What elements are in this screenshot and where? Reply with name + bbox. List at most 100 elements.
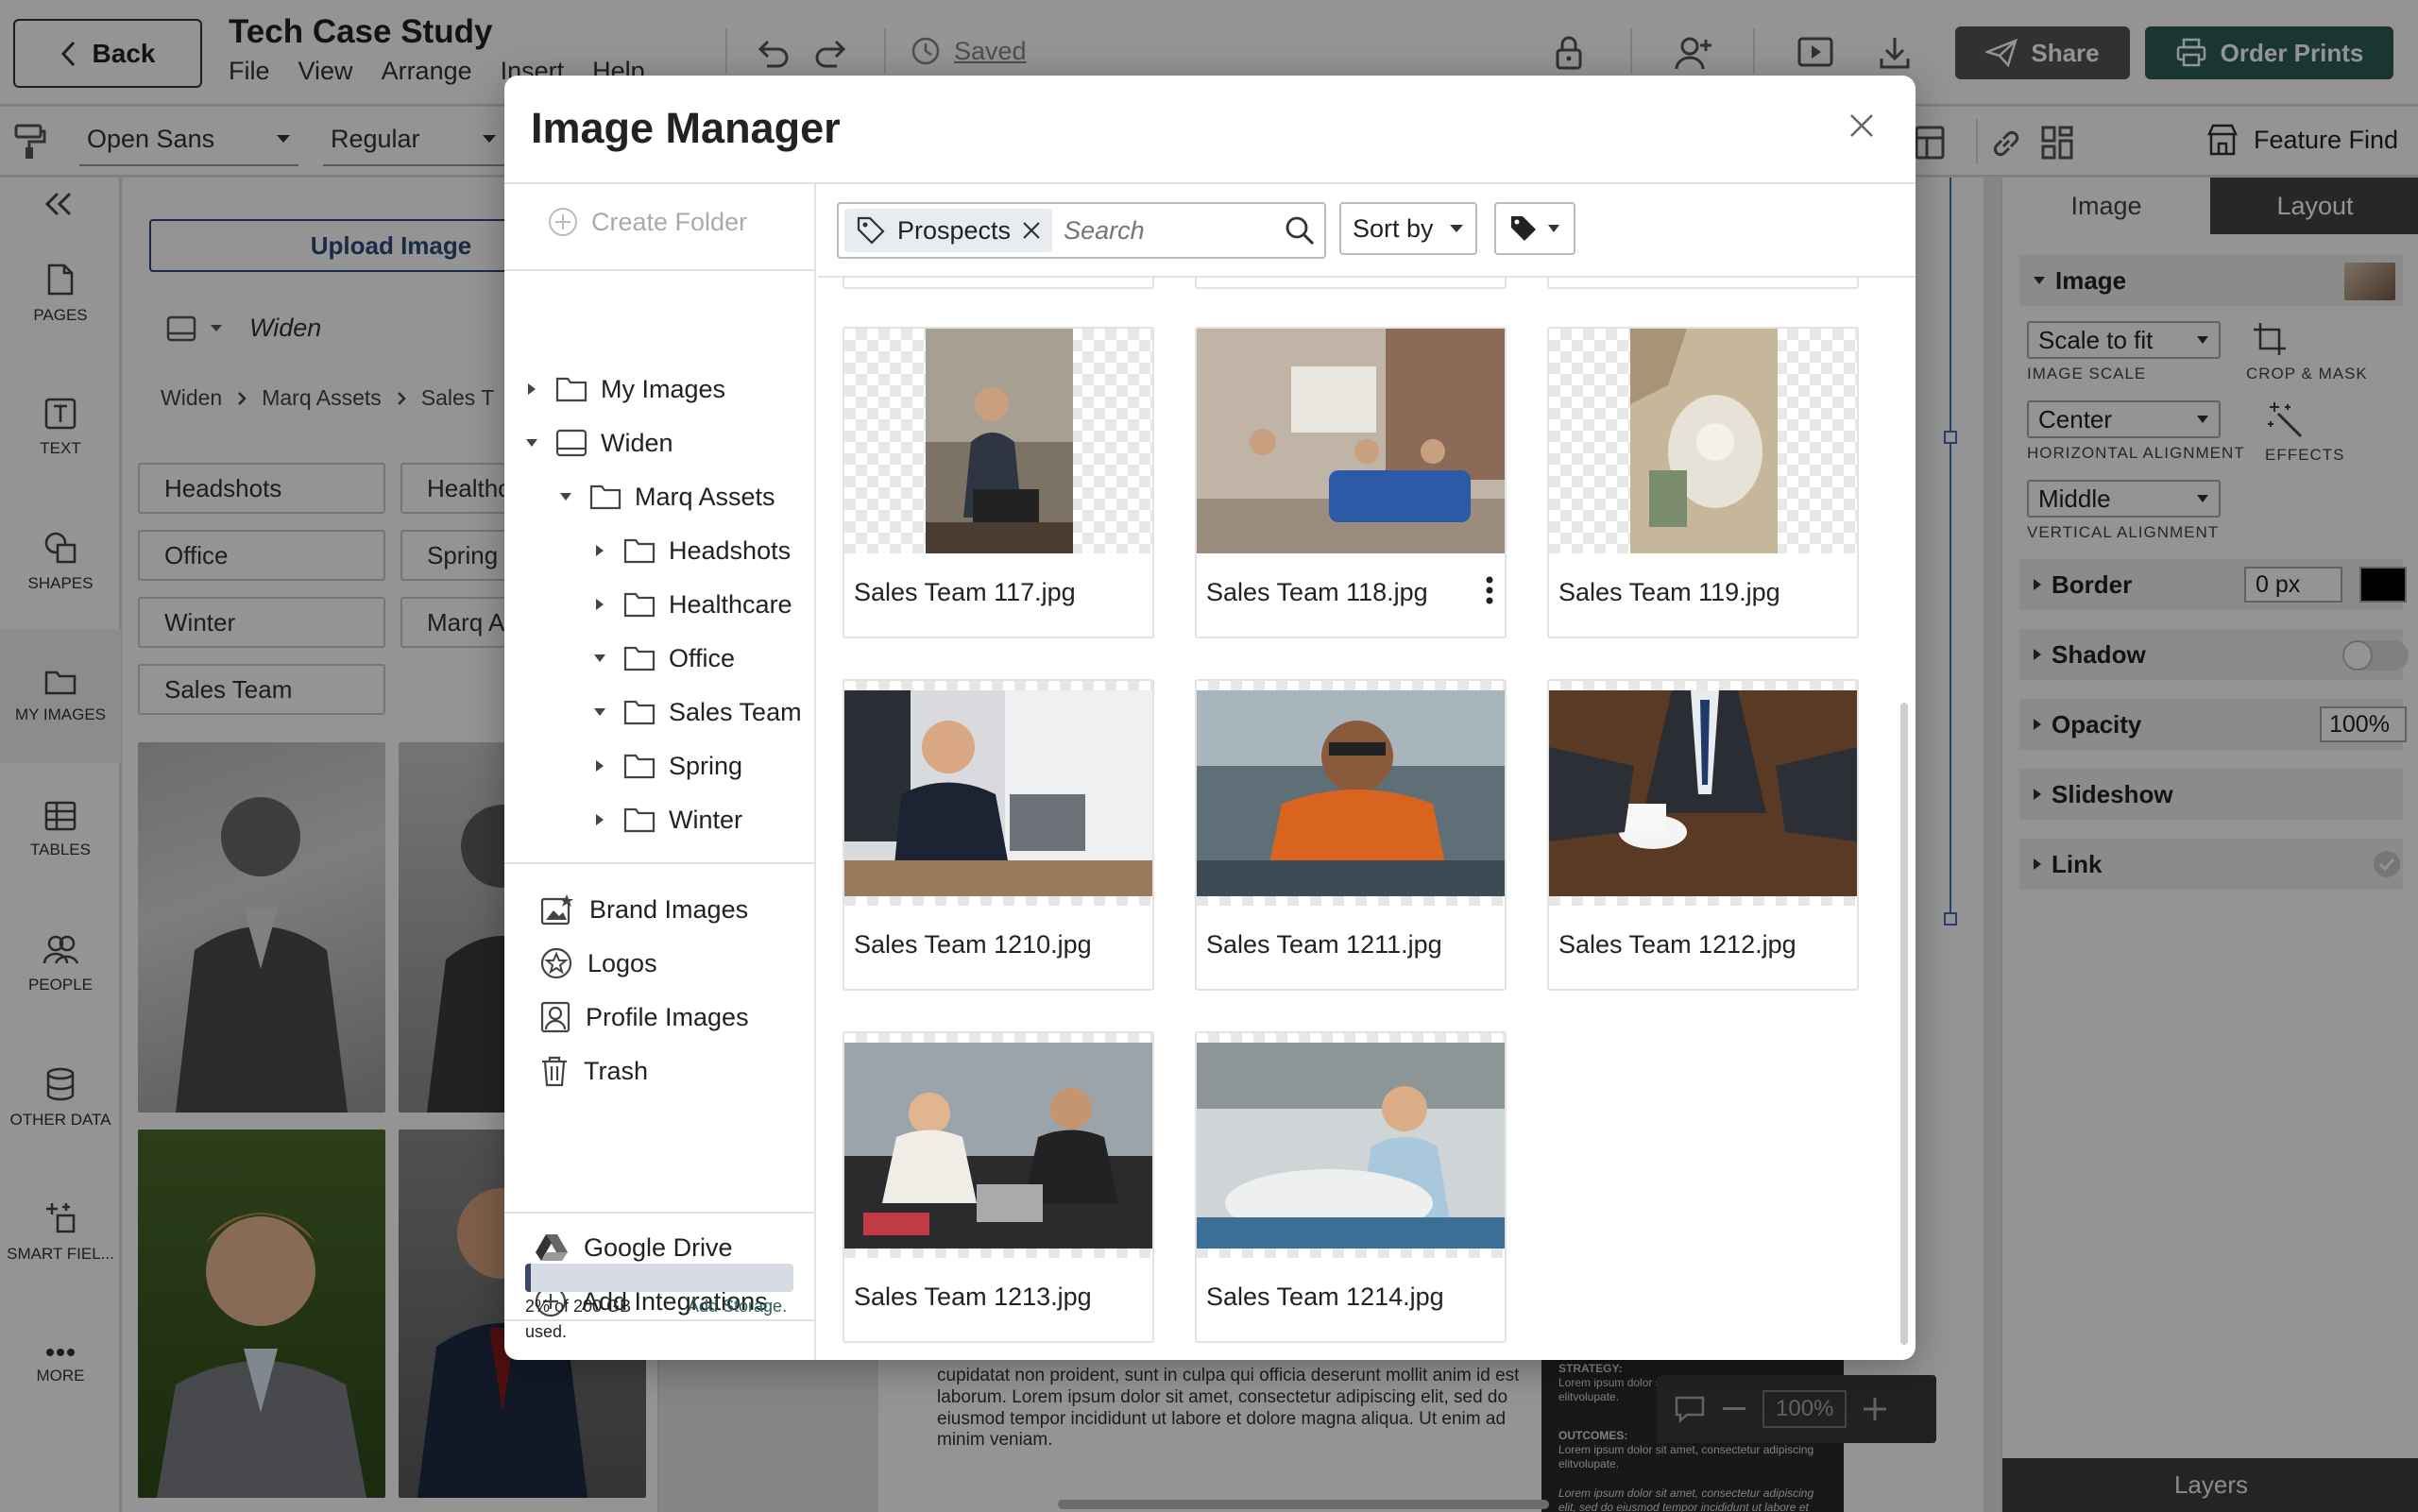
- image-card[interactable]: Sales Team 1211.jpg: [1195, 679, 1507, 991]
- image-card[interactable]: Sales Team 1210.jpg: [843, 679, 1154, 991]
- tree-label: Office: [669, 643, 736, 672]
- image-name: Sales Team 1211.jpg: [1206, 930, 1442, 959]
- tag-icon: [856, 215, 886, 246]
- tree-label: Brand Images: [589, 894, 749, 924]
- tree-item-logos[interactable]: Logos: [540, 940, 657, 987]
- tree-item-my-images[interactable]: My Images: [521, 365, 725, 413]
- sort-by-dropdown[interactable]: Sort by: [1339, 202, 1477, 255]
- folder-icon: [623, 807, 656, 833]
- tree-item-spring[interactable]: Spring: [589, 742, 742, 790]
- image-card[interactable]: Sales Team 1214.jpg: [1195, 1031, 1507, 1343]
- tree-label: Spring: [669, 751, 743, 780]
- photo: [844, 1043, 1152, 1249]
- folder-icon: [623, 537, 656, 564]
- photo: [1549, 690, 1857, 896]
- tree-item-sales-team[interactable]: Sales Team: [589, 688, 802, 736]
- tree-item-winter[interactable]: Winter: [589, 796, 742, 843]
- remove-tag-icon[interactable]: [1022, 221, 1041, 240]
- storage-used-text: 2% of 200 GB used.: [525, 1297, 632, 1341]
- caret-right-icon[interactable]: [589, 759, 610, 773]
- image-thumbnail: [1197, 329, 1505, 553]
- tree-item-brand-images[interactable]: Brand Images: [540, 886, 748, 933]
- filter-tag-chip[interactable]: Prospects: [844, 209, 1053, 252]
- tree-label: Healthcare: [669, 589, 792, 619]
- storage-progress-bar: [525, 1264, 793, 1292]
- add-storage-link[interactable]: Add Storage.: [688, 1294, 792, 1319]
- image-thumbnail: [1549, 681, 1857, 906]
- profile-images-icon: [540, 1001, 570, 1033]
- tree-item-trash[interactable]: Trash: [540, 1047, 648, 1095]
- image-card[interactable]: Sales Team 117.jpg: [843, 327, 1154, 638]
- caret-right-icon[interactable]: [589, 598, 610, 611]
- divider: [504, 862, 816, 864]
- caret-down-icon[interactable]: [555, 492, 576, 501]
- image-card-partial[interactable]: [1547, 278, 1859, 289]
- plus-circle-icon: [548, 207, 578, 237]
- tree-item-headshots[interactable]: Headshots: [589, 527, 791, 574]
- tag-filter-dropdown[interactable]: [1494, 202, 1575, 255]
- tree-item-profile-images[interactable]: Profile Images: [540, 994, 749, 1041]
- tree-label: Trash: [584, 1056, 649, 1085]
- folder-tree-panel: Create Folder My Images Widen Marq Asset…: [504, 184, 816, 1360]
- more-options-icon[interactable]: [1486, 576, 1493, 604]
- photo: [1197, 690, 1505, 896]
- tree-label: Marq Assets: [635, 482, 775, 511]
- caret-down-icon[interactable]: [521, 438, 542, 448]
- tree-label: Widen: [601, 428, 673, 457]
- search-box[interactable]: Prospects: [837, 202, 1326, 259]
- search-icon[interactable]: [1285, 215, 1315, 246]
- image-name: Sales Team 1213.jpg: [854, 1283, 1092, 1311]
- tree-item-widen[interactable]: Widen: [521, 419, 673, 467]
- tree-label: Logos: [587, 948, 657, 977]
- image-card[interactable]: Sales Team 118.jpg: [1195, 327, 1507, 638]
- image-card-partial[interactable]: [1195, 278, 1507, 289]
- tree-item-healthcare[interactable]: Healthcare: [589, 581, 792, 628]
- image-name: Sales Team 1212.jpg: [1558, 930, 1796, 959]
- photo: [1197, 1043, 1505, 1249]
- close-icon[interactable]: [1849, 113, 1874, 138]
- search-input[interactable]: [1064, 215, 1263, 246]
- tree-label: Profile Images: [586, 1002, 749, 1031]
- tree-item-marq-assets[interactable]: Marq Assets: [555, 473, 775, 520]
- folder-icon: [623, 753, 656, 779]
- image-thumbnail: [844, 1033, 1152, 1258]
- caret-down-icon: [1449, 224, 1464, 233]
- image-card-partial[interactable]: [843, 278, 1154, 289]
- divider: [504, 269, 816, 271]
- folder-icon: [555, 376, 587, 402]
- image-card[interactable]: Sales Team 119.jpg: [1547, 327, 1859, 638]
- image-card[interactable]: Sales Team 1213.jpg: [843, 1031, 1154, 1343]
- image-name: Sales Team 117.jpg: [854, 578, 1076, 606]
- image-thumbnail: [1197, 1033, 1505, 1258]
- caret-right-icon[interactable]: [589, 544, 610, 557]
- image-name: Sales Team 119.jpg: [1558, 578, 1780, 606]
- grid-scrollbar[interactable]: [1900, 703, 1908, 1345]
- image-thumbnail: [844, 681, 1152, 906]
- image-card[interactable]: Sales Team 1212.jpg: [1547, 679, 1859, 991]
- caret-down-icon[interactable]: [589, 654, 610, 663]
- image-name: Sales Team 1210.jpg: [854, 930, 1092, 959]
- caret-right-icon[interactable]: [521, 382, 542, 396]
- drive-icon: [555, 429, 587, 457]
- photo: [1197, 329, 1505, 553]
- modal-title: Image Manager: [531, 104, 841, 152]
- folder-icon: [623, 591, 656, 618]
- tree-label: My Images: [601, 374, 726, 403]
- create-folder-button[interactable]: Create Folder: [548, 207, 747, 237]
- image-thumbnail: [1197, 681, 1505, 906]
- storage-progress-fill: [525, 1264, 531, 1292]
- tree-item-office[interactable]: Office: [589, 635, 735, 682]
- folder-icon: [623, 699, 656, 725]
- image-name: Sales Team 118.jpg: [1206, 578, 1428, 606]
- folder-icon: [589, 484, 622, 510]
- tag-filled-icon: [1509, 214, 1538, 243]
- caret-right-icon[interactable]: [589, 813, 610, 826]
- trash-icon: [540, 1055, 569, 1087]
- google-drive-icon: [535, 1232, 569, 1263]
- caret-down-icon[interactable]: [589, 707, 610, 717]
- caret-down-icon: [1547, 224, 1560, 233]
- image-thumbnail: [1549, 329, 1857, 553]
- tree-label: Sales Team: [669, 697, 802, 726]
- logos-icon: [540, 947, 572, 979]
- google-drive-label: Google Drive: [584, 1232, 733, 1262]
